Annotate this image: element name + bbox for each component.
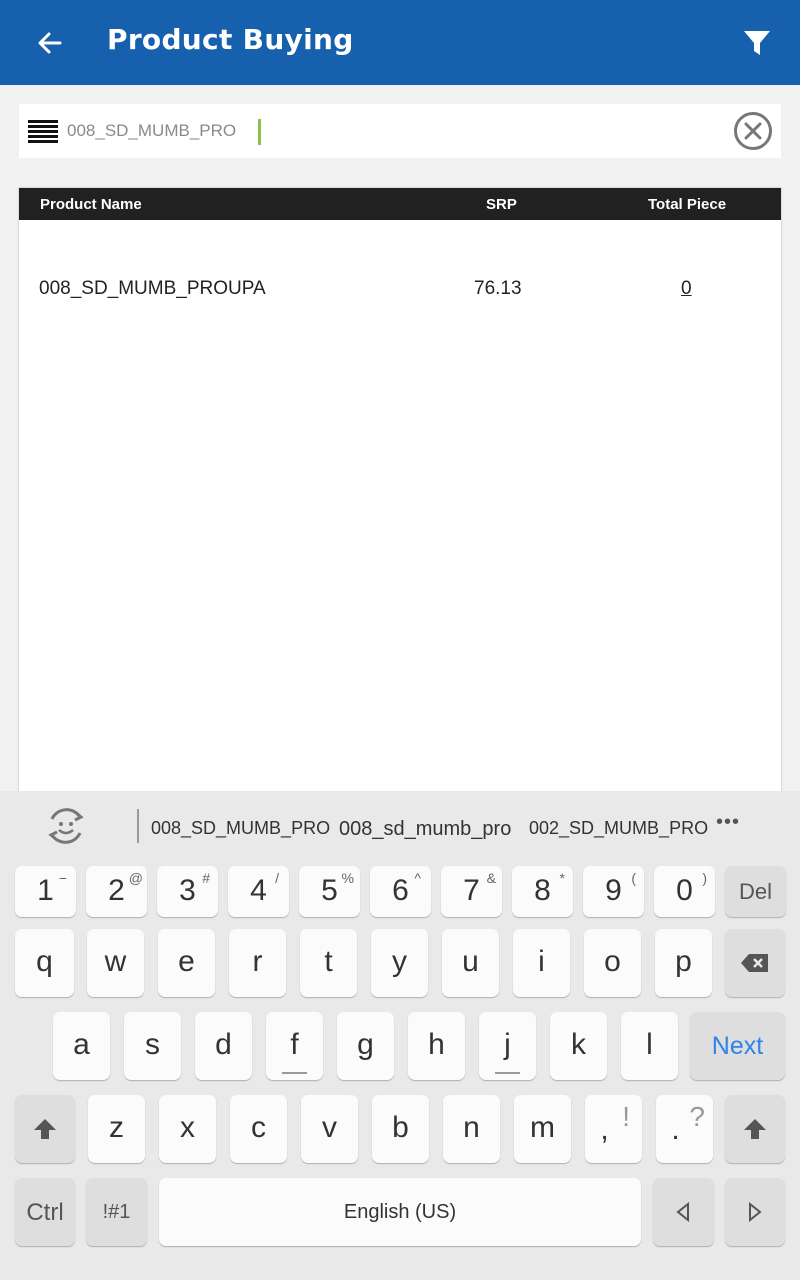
- key-t[interactable]: t: [300, 929, 357, 997]
- key-3[interactable]: 3 #: [157, 866, 218, 917]
- key-j[interactable]: j: [479, 1012, 536, 1080]
- key-d[interactable]: d: [195, 1012, 252, 1080]
- cursor-left-key[interactable]: [653, 1178, 714, 1246]
- key-7[interactable]: 7 &: [441, 866, 502, 917]
- key-i[interactable]: i: [513, 929, 570, 997]
- header-total-piece: Total Piece: [648, 196, 727, 213]
- key-9[interactable]: 9(: [583, 866, 644, 917]
- header-product-name: Product Name: [40, 196, 142, 213]
- header-srp: SRP: [486, 196, 517, 213]
- menu-icon[interactable]: [28, 120, 58, 144]
- product-name-cell: 008_SD_MUMB_PROUPA: [39, 278, 266, 299]
- key-period[interactable]: .?: [656, 1095, 713, 1163]
- key-6[interactable]: 6 ^: [370, 866, 431, 917]
- key-f[interactable]: f: [266, 1012, 323, 1080]
- key-p[interactable]: p: [655, 929, 712, 997]
- key-4[interactable]: 4/: [228, 866, 289, 917]
- suggestion-bar: 008_SD_MUMB_PRO 008_sd_mumb_pro 002_SD_M…: [0, 791, 800, 861]
- key-b[interactable]: b: [372, 1095, 429, 1163]
- emoji-refresh-icon[interactable]: [44, 805, 88, 847]
- key-y[interactable]: y: [371, 929, 428, 997]
- key-x[interactable]: x: [159, 1095, 216, 1163]
- app-bar: Product Buying: [0, 0, 800, 85]
- search-input[interactable]: [67, 118, 667, 144]
- shift-icon: [744, 1119, 766, 1139]
- symbols-key[interactable]: !#1: [86, 1178, 147, 1246]
- key-m[interactable]: m: [514, 1095, 571, 1163]
- shift-key-left[interactable]: [15, 1095, 75, 1163]
- key-0[interactable]: 0): [654, 866, 715, 917]
- shift-icon: [34, 1119, 56, 1139]
- space-key[interactable]: English (US): [159, 1178, 641, 1246]
- key-w[interactable]: w: [87, 929, 144, 997]
- key-h[interactable]: h: [408, 1012, 465, 1080]
- key-2[interactable]: 2 @: [86, 866, 147, 917]
- key-k[interactable]: k: [550, 1012, 607, 1080]
- soft-keyboard: 008_SD_MUMB_PRO 008_sd_mumb_pro 002_SD_M…: [0, 791, 800, 1280]
- filter-icon[interactable]: [740, 26, 774, 60]
- suggestion-3[interactable]: 002_SD_MUMB_PRO: [529, 818, 708, 839]
- key-8[interactable]: 8 *: [512, 866, 573, 917]
- back-arrow-icon[interactable]: [30, 26, 70, 60]
- del-key[interactable]: Del: [725, 866, 786, 917]
- key-z[interactable]: z: [88, 1095, 145, 1163]
- key-g[interactable]: g: [337, 1012, 394, 1080]
- ctrl-key[interactable]: Ctrl: [15, 1178, 75, 1246]
- key-l[interactable]: l: [621, 1012, 678, 1080]
- key-u[interactable]: u: [442, 929, 499, 997]
- more-suggestions-icon[interactable]: •••: [716, 811, 740, 834]
- key-n[interactable]: n: [443, 1095, 500, 1163]
- key-1[interactable]: 1−: [15, 866, 76, 917]
- table-header: Product Name SRP Total Piece: [19, 188, 781, 220]
- text-caret: [258, 119, 261, 145]
- key-q[interactable]: q: [15, 929, 74, 997]
- key-c[interactable]: c: [230, 1095, 287, 1163]
- cursor-right-key[interactable]: [725, 1178, 785, 1246]
- key-comma[interactable]: ,!: [585, 1095, 642, 1163]
- search-bar: [19, 104, 781, 158]
- suggestion-divider: [137, 809, 139, 843]
- key-o[interactable]: o: [584, 929, 641, 997]
- left-triangle-icon: [676, 1202, 689, 1222]
- total-piece-cell[interactable]: 0: [681, 278, 692, 300]
- clear-circle-icon[interactable]: [733, 111, 773, 151]
- key-r[interactable]: r: [229, 929, 286, 997]
- key-v[interactable]: v: [301, 1095, 358, 1163]
- key-a[interactable]: a: [53, 1012, 110, 1080]
- suggestion-1[interactable]: 008_SD_MUMB_PRO: [151, 818, 330, 839]
- suggestion-2[interactable]: 008_sd_mumb_pro: [339, 818, 511, 841]
- shift-key-right[interactable]: [725, 1095, 785, 1163]
- key-e[interactable]: e: [158, 929, 215, 997]
- next-key[interactable]: Next: [690, 1012, 785, 1080]
- key-5[interactable]: 5%: [299, 866, 360, 917]
- right-triangle-icon: [749, 1202, 762, 1222]
- backspace-key[interactable]: [725, 929, 785, 997]
- product-table: Product Name SRP Total Piece 008_SD_MUMB…: [19, 188, 781, 808]
- key-s[interactable]: s: [124, 1012, 181, 1080]
- page-title: Product Buying: [107, 23, 354, 56]
- backspace-icon: [741, 954, 768, 972]
- srp-cell: 76.13: [474, 278, 522, 299]
